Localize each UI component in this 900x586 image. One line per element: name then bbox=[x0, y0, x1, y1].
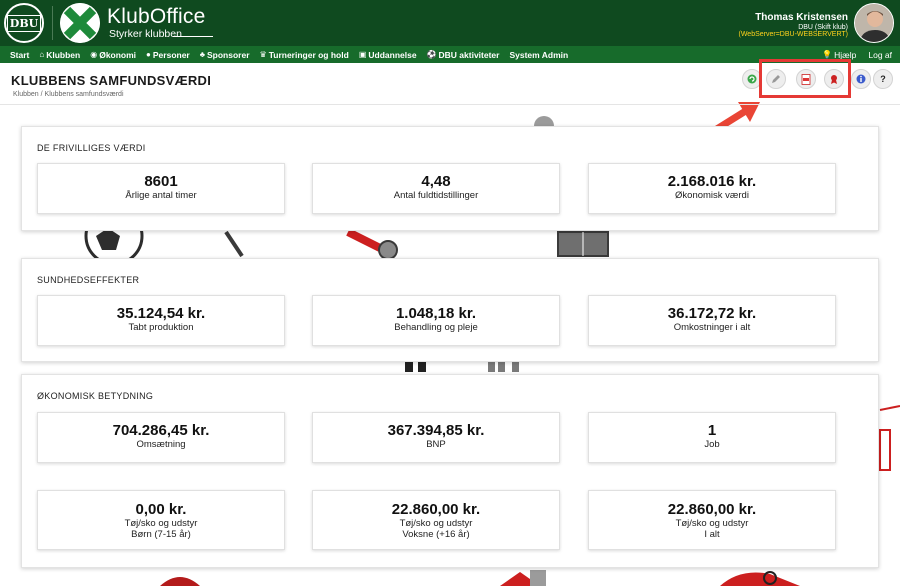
user-name[interactable]: Thomas Kristensen bbox=[755, 12, 848, 23]
coins-icon: ◉ bbox=[90, 50, 98, 59]
education-icon: ▣ bbox=[358, 50, 367, 59]
card-total-costs: 36.172,72 kr. Omkostninger i alt bbox=[588, 295, 836, 346]
page-title: KLUBBENS SAMFUNDSVÆRDI bbox=[11, 73, 212, 88]
card-label: Årlige antal timer bbox=[125, 190, 197, 201]
card-label: Tøj/sko og udstyr bbox=[675, 518, 749, 529]
card-label: Tøj/sko og udstyr bbox=[399, 518, 473, 529]
card-sublabel: Børn (7-15 år) bbox=[131, 529, 191, 540]
refresh-icon bbox=[747, 74, 757, 84]
card-fulltime: 4,48 Antal fuldtidstillinger bbox=[312, 163, 560, 214]
card-gear-total: 22.860,00 kr. Tøj/sko og udstyr I alt bbox=[588, 490, 836, 550]
logout-link[interactable]: Log af bbox=[868, 50, 892, 60]
card-gear-adults: 22.860,00 kr. Tøj/sko og udstyr Voksne (… bbox=[312, 490, 560, 550]
card-label: Omsætning bbox=[136, 439, 186, 450]
kluboffice-logo-icon[interactable] bbox=[60, 3, 100, 43]
user-icon: ● bbox=[146, 50, 151, 59]
section-frivillige: DE FRIVILLIGES VÆRDI 8601 Årlige antal t… bbox=[21, 126, 879, 231]
user-club[interactable]: DBU (Skift klub) bbox=[798, 24, 848, 31]
card-value: 22.860,00 kr. bbox=[667, 501, 757, 518]
toolbar-highlight-box bbox=[759, 59, 851, 98]
card-economic-value: 2.168.016 kr. Økonomisk værdi bbox=[588, 163, 836, 214]
card-label: Behandling og pleje bbox=[394, 322, 478, 333]
brand-subtitle: Styrker klubben bbox=[109, 28, 182, 40]
card-value: 4,48 bbox=[421, 173, 451, 190]
card-value: 36.172,72 kr. bbox=[667, 305, 757, 322]
users-icon: ♣ bbox=[199, 50, 205, 59]
help-icon: ? bbox=[880, 74, 886, 84]
card-value: 704.286,45 kr. bbox=[112, 422, 210, 439]
card-label: Tøj/sko og udstyr bbox=[124, 518, 198, 529]
nav-turneringer[interactable]: ♛ Turneringer og hold bbox=[260, 50, 349, 60]
breadcrumb[interactable]: Klubben / Klubbens samfundsværdi bbox=[13, 91, 124, 98]
avatar[interactable] bbox=[854, 3, 894, 43]
nav-okonomi[interactable]: ◉ Økonomi bbox=[90, 50, 136, 60]
section-title-okonomisk: ØKONOMISK BETYDNING bbox=[37, 391, 154, 401]
card-gear-children: 0,00 kr. Tøj/sko og udstyr Børn (7-15 år… bbox=[37, 490, 285, 550]
server-info: (WebServer=DBU-WEBSERVERT) bbox=[738, 31, 849, 38]
card-jobs: 1 Job bbox=[588, 412, 836, 463]
nav-system-admin[interactable]: System Admin bbox=[509, 50, 568, 60]
nav-start[interactable]: Start bbox=[10, 50, 29, 60]
info-icon bbox=[856, 74, 866, 84]
trophy-icon: ♛ bbox=[259, 50, 267, 59]
dbu-logo[interactable]: DBU bbox=[4, 3, 44, 43]
card-value: 2.168.016 kr. bbox=[667, 173, 757, 190]
card-annual-hours: 8601 Årlige antal timer bbox=[37, 163, 285, 214]
brand-underline bbox=[173, 36, 213, 37]
card-value: 0,00 kr. bbox=[135, 501, 187, 518]
home-icon: ⌂ bbox=[39, 50, 45, 59]
card-label: Omkostninger i alt bbox=[673, 322, 751, 333]
card-label: Antal fuldtidstillinger bbox=[393, 190, 479, 201]
nav-klubben[interactable]: ⌂ Klubben bbox=[39, 50, 80, 60]
header-divider bbox=[52, 6, 53, 40]
card-value: 35.124,54 kr. bbox=[116, 305, 206, 322]
help-link[interactable]: 💡 Hjælp bbox=[822, 50, 856, 60]
card-value: 8601 bbox=[144, 173, 178, 190]
help-button[interactable]: ? bbox=[873, 69, 893, 89]
card-value: 22.860,00 kr. bbox=[391, 501, 481, 518]
brand-title: KlubOffice bbox=[107, 5, 206, 28]
card-revenue: 704.286,45 kr. Omsætning bbox=[37, 412, 285, 463]
card-label: Økonomisk værdi bbox=[675, 190, 749, 201]
card-value: 367.394,85 kr. bbox=[387, 422, 485, 439]
lightbulb-icon: 💡 bbox=[822, 50, 833, 59]
card-treatment: 1.048,18 kr. Behandling og pleje bbox=[312, 295, 560, 346]
ball-icon: ⚽ bbox=[426, 50, 437, 59]
card-bnp: 367.394,85 kr. BNP bbox=[312, 412, 560, 463]
nav-dbu-aktiviteter[interactable]: ⚽ DBU aktiviteter bbox=[427, 50, 500, 60]
top-header: DBU KlubOffice Styrker klubben Thomas Kr… bbox=[0, 0, 900, 46]
nav-personer[interactable]: ● Personer bbox=[146, 50, 190, 60]
card-label: Tabt produktion bbox=[128, 322, 194, 333]
section-title-frivillige: DE FRIVILLIGES VÆRDI bbox=[37, 143, 146, 153]
card-sublabel: Voksne (+16 år) bbox=[402, 529, 470, 540]
nav-uddannelse[interactable]: ▣ Uddannelse bbox=[359, 50, 417, 60]
card-value: 1 bbox=[707, 422, 717, 439]
section-okonomisk: ØKONOMISK BETYDNING 704.286,45 kr. Omsæt… bbox=[21, 374, 879, 568]
card-lost-production: 35.124,54 kr. Tabt produktion bbox=[37, 295, 285, 346]
section-sundhed: SUNDHEDSEFFEKTER 35.124,54 kr. Tabt prod… bbox=[21, 258, 879, 362]
section-title-sundhed: SUNDHEDSEFFEKTER bbox=[37, 275, 140, 285]
card-label: Job bbox=[704, 439, 720, 450]
card-value: 1.048,18 kr. bbox=[395, 305, 477, 322]
info-button[interactable] bbox=[851, 69, 871, 89]
card-sublabel: I alt bbox=[704, 529, 720, 540]
card-label: BNP bbox=[426, 439, 446, 450]
nav-sponsorer[interactable]: ♣ Sponsorer bbox=[200, 50, 250, 60]
dbu-logo-text: DBU bbox=[6, 14, 42, 32]
